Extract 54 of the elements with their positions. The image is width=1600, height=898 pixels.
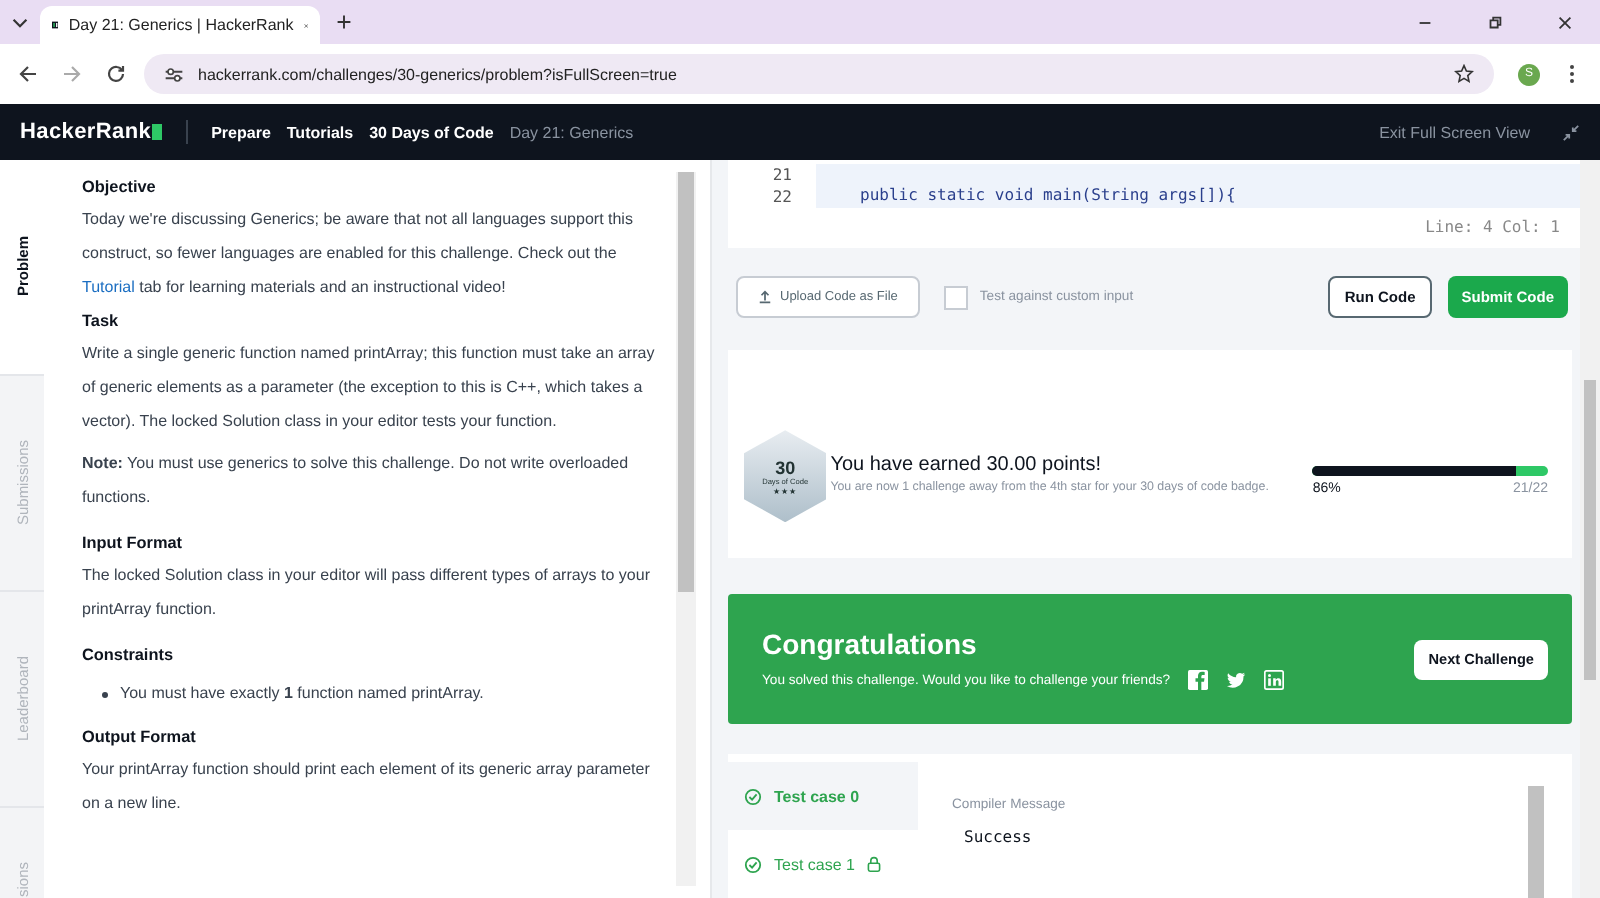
close-icon[interactable] (1556, 13, 1574, 31)
section-heading: Output Format (82, 728, 198, 746)
line-number: 21 (770, 166, 794, 184)
check-circle-icon (744, 787, 762, 805)
lock-icon (866, 856, 883, 872)
breadcrumb-link[interactable]: Prepare (211, 123, 271, 141)
site-settings-icon[interactable] (164, 65, 184, 83)
checkbox[interactable] (943, 285, 968, 309)
plus-icon[interactable] (336, 14, 352, 30)
bullet-icon (102, 691, 108, 697)
bird-icon[interactable] (1226, 670, 1247, 691)
congratulations-title: Congratulations (762, 628, 979, 661)
paragraph: Note: You must use generics to solve this challenge. Do not write overloaded functions. (82, 452, 631, 510)
cursor-position: Line: 4 Col: 1 (1423, 216, 1562, 240)
tutorial-link[interactable]: Tutorial (82, 278, 135, 296)
restore-icon[interactable] (1486, 13, 1504, 31)
url-text: hackerrank.com/challenges/30-generics/problem?isFullScreen=true (198, 65, 677, 83)
linkedin-icon[interactable] (1264, 670, 1285, 691)
section-heading: Objective (82, 178, 158, 196)
paragraph: The locked Solution class in your editor will pass different types of arrays to your printArray function. (82, 564, 652, 622)
line-number: 22 (770, 188, 794, 206)
breadcrumb-link[interactable]: Tutorials (286, 123, 354, 141)
favicon-icon (52, 16, 59, 34)
badge-number: 30 (775, 457, 796, 478)
compiler-message: Success (964, 828, 1034, 846)
breadcrumb-link[interactable]: Day 21: Generics (509, 123, 634, 141)
browser-tab[interactable]: Day 21: Generics | HackerRank (40, 6, 320, 44)
paragraph: Write a single generic function named printArray; this function must take an array of generic elements as a parameter (the exception to this is C++, which takes a vector). The locked Solution class in your editor tests your function. (82, 342, 656, 434)
paragraph: Your printArray function should print each element of its generic array parameter on a new line. (82, 758, 652, 816)
chevron-down-icon[interactable] (12, 17, 28, 27)
logo[interactable]: HackerRank (20, 120, 152, 144)
reload-icon[interactable] (106, 64, 126, 84)
test-case-tab[interactable]: Test case 1 (728, 830, 918, 898)
scrollbar[interactable] (676, 172, 696, 886)
splitter-handle[interactable] (710, 160, 728, 898)
exit-full-screen-link[interactable]: Exit Full Screen View (1379, 123, 1530, 141)
star-icon[interactable] (1454, 64, 1474, 84)
facebook-icon[interactable] (1188, 670, 1209, 691)
logo-square-icon (151, 124, 162, 140)
tab-title: Day 21: Generics | HackerRank (68, 16, 294, 34)
exit-full-screen-icon[interactable] (1562, 123, 1580, 141)
page-scrollbar[interactable] (1580, 160, 1600, 898)
points-title: You have earned 30.00 points! (830, 454, 1103, 477)
section-heading: Constraints (82, 646, 175, 664)
address-bar[interactable]: hackerrank.com/challenges/30-generics/problem?isFullScreen=true (144, 54, 1494, 94)
list-item: You must have exactly 1 function named printArray. (120, 682, 484, 706)
scrollbar[interactable] (1528, 786, 1544, 898)
upload-icon (758, 290, 772, 304)
section-heading: Task (82, 312, 121, 330)
back-arrow-icon[interactable] (18, 64, 38, 84)
paragraph: Today we're discussing Generics; be aware that not all languages support this construct, so fewer languages are enabled for this challenge. Check out the Tutorial tab for learning materials and an instructional video! (82, 208, 635, 300)
breadcrumb-link[interactable]: 30 Days of Code (369, 123, 494, 141)
check-circle-icon (744, 855, 762, 873)
section-heading: Input Format (82, 534, 185, 552)
